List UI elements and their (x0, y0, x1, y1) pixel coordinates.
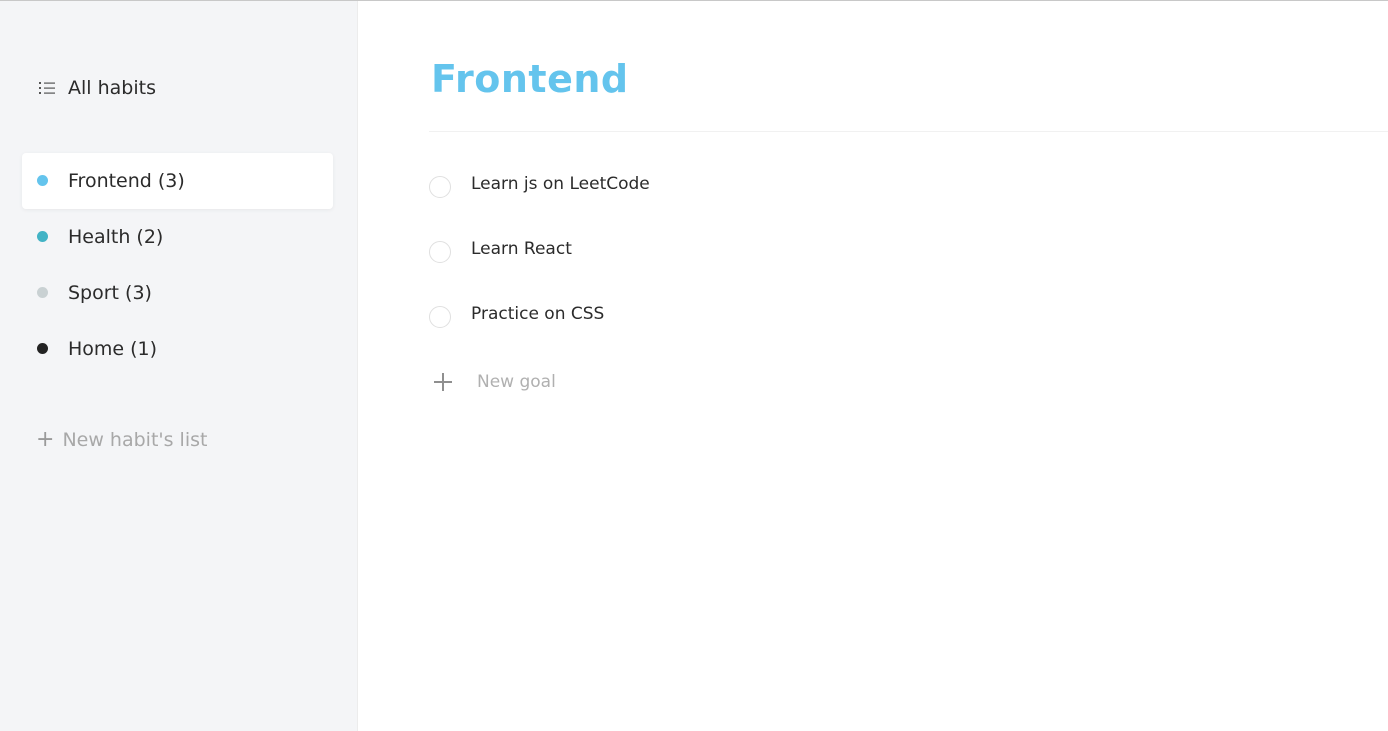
color-dot-icon (37, 286, 48, 298)
task-label: Learn React (471, 239, 572, 259)
habit-app: All habits Frontend (3) Health (2) Sport… (0, 0, 1388, 731)
task-item: Practice on CSS (429, 297, 650, 362)
sidebar-item-frontend[interactable]: Frontend (3) (22, 153, 333, 209)
list-icon (39, 82, 55, 94)
task-item: Learn js on LeetCode (429, 167, 650, 232)
sidebar-item-health[interactable]: Health (2) (22, 209, 333, 265)
sidebar-item-label: Health (2) (68, 226, 164, 248)
sidebar: All habits Frontend (3) Health (2) Sport… (0, 1, 358, 731)
task-label: Practice on CSS (471, 304, 605, 324)
all-habits-label: All habits (68, 77, 156, 99)
sidebar-item-label: Sport (3) (68, 282, 152, 304)
habit-lists: Frontend (3) Health (2) Sport (3) Home (… (22, 153, 333, 377)
title-divider (429, 131, 1388, 132)
new-list-label: New habit's list (62, 429, 208, 451)
sidebar-item-label: Frontend (3) (68, 170, 185, 192)
page-title: Frontend (431, 57, 629, 101)
color-dot-icon (37, 342, 48, 354)
plus-icon[interactable] (432, 371, 454, 393)
task-checkbox[interactable] (429, 241, 451, 263)
task-label: Learn js on LeetCode (471, 174, 650, 194)
task-checkbox[interactable] (429, 306, 451, 328)
task-checkbox[interactable] (429, 176, 451, 198)
sidebar-item-home[interactable]: Home (1) (22, 321, 333, 377)
plus-icon: + (36, 427, 55, 452)
all-habits-link[interactable]: All habits (38, 77, 156, 99)
color-dot-icon (37, 174, 48, 186)
new-list-button[interactable]: + New habit's list (36, 427, 208, 452)
new-goal-input[interactable] (477, 372, 777, 392)
new-goal-row (432, 371, 777, 393)
main-content: Frontend Learn js on LeetCode Learn Reac… (358, 1, 1388, 731)
sidebar-item-label: Home (1) (68, 338, 158, 360)
sidebar-item-sport[interactable]: Sport (3) (22, 265, 333, 321)
task-list: Learn js on LeetCode Learn React Practic… (429, 167, 650, 362)
color-dot-icon (37, 230, 48, 242)
task-item: Learn React (429, 232, 650, 297)
